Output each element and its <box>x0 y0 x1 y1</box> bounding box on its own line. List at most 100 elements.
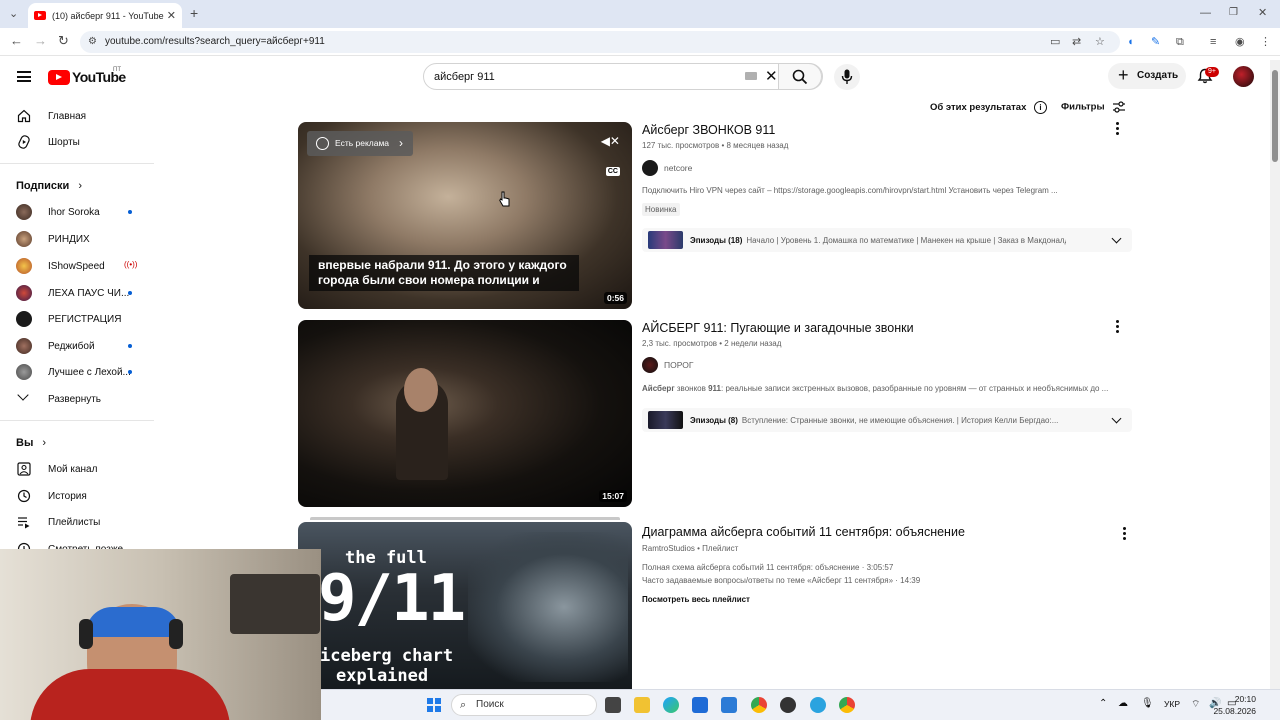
extension-translate-icon[interactable]: ✎ <box>1151 35 1160 49</box>
sidebar-sub-lekha-paus[interactable]: ЛЕХА ПАУС ЧИ... <box>0 280 150 306</box>
playlist-channel[interactable]: RamtroStudios • Плейлист <box>642 544 738 553</box>
sidebar-sub-redzhiboy[interactable]: Реджибой <box>0 333 150 359</box>
taskbar-search[interactable]: ⌕ Поиск <box>451 694 597 716</box>
sidebar-item-my-channel[interactable]: Мой канал <box>0 456 150 482</box>
outlook-icon[interactable] <box>721 697 737 713</box>
more-actions-icon[interactable] <box>1116 320 1119 333</box>
obs-icon[interactable] <box>780 697 796 713</box>
chrome-menu-icon[interactable]: ⋮ <box>1260 35 1271 49</box>
tray-chevron-icon[interactable]: ⌃ <box>1099 698 1107 709</box>
minimize-icon[interactable]: — <box>1200 6 1211 20</box>
playlist-thumbnail[interactable]: the full 9/11 iceberg chart explained <box>298 522 632 690</box>
playlist-item[interactable]: Часто задаваемые вопросы/ответы по теме … <box>642 576 920 585</box>
video-caption-text: впервые набрали 911. До этого у каждого … <box>309 255 579 291</box>
scrollbar-thumb[interactable] <box>1272 70 1278 162</box>
tab-close-icon[interactable]: ✕ <box>167 9 176 22</box>
create-button[interactable]: Создать <box>1108 62 1186 89</box>
more-actions-icon[interactable] <box>1116 122 1119 135</box>
channel-link[interactable]: ПОРОГ <box>642 357 693 373</box>
microphone-tray-icon[interactable]: 🎙 <box>1141 698 1154 709</box>
new-badge: Новинка <box>642 203 680 216</box>
store-icon[interactable] <box>692 697 708 713</box>
sidebar-sub-ihor-soroka[interactable]: Ihor Soroka <box>0 199 150 225</box>
reading-list-icon[interactable]: ≡ <box>1210 35 1216 49</box>
result-thumbnail[interactable]: Есть реклама › ◀✕ CC впервые набрали 911… <box>298 122 632 309</box>
sidebar-item-home[interactable]: Главная <box>0 103 150 129</box>
channel-name: ПОРОГ <box>664 360 694 370</box>
about-results-link[interactable]: Об этих результатах i <box>930 101 1047 114</box>
you-heading[interactable]: Вы › <box>16 437 46 449</box>
view-full-playlist-link[interactable]: Посмотреть весь плейлист <box>642 595 750 604</box>
reload-icon[interactable]: ↻ <box>58 34 69 48</box>
taskbar-clock[interactable]: 20:10 25.08.2026 <box>1213 693 1256 717</box>
install-icon[interactable]: ▭ <box>1050 35 1060 49</box>
mute-icon[interactable]: ◀✕ <box>601 134 620 148</box>
page-scrollbar[interactable] <box>1270 60 1280 690</box>
guide-menu-icon[interactable] <box>17 71 31 82</box>
windows-start-icon[interactable] <box>427 698 441 712</box>
back-icon[interactable]: ← <box>10 34 23 48</box>
search-box[interactable]: айсберг 911 ✕ <box>423 63 823 90</box>
captions-cc-icon[interactable]: CC <box>605 167 620 176</box>
sidebar-sub-registratsiya[interactable]: РЕГИСТРАЦИЯ <box>0 306 150 332</box>
clear-search-icon[interactable]: ✕ <box>765 67 778 85</box>
language-indicator[interactable]: УКР <box>1164 699 1180 709</box>
account-avatar[interactable] <box>1233 66 1254 87</box>
sidebar-item-playlists[interactable]: Плейлисты <box>0 509 150 535</box>
url-field[interactable]: ⚙ youtube.com/results?search_query=айсбе… <box>80 31 1120 53</box>
duration-badge: 15:07 <box>599 490 627 502</box>
video-description: Подключить Hiro VPN через сайт – https:/… <box>642 186 1058 195</box>
profile-icon[interactable]: ◉ <box>1235 35 1245 49</box>
sidebar-sub-rindikh[interactable]: РИНДИХ <box>0 226 150 252</box>
sidebar-sub-best-lekha[interactable]: Лучшее с Лехой... <box>0 359 150 385</box>
extensions-puzzle-icon[interactable]: ⧉ <box>1176 35 1184 49</box>
restore-icon[interactable]: ❐ <box>1229 6 1238 20</box>
bookmark-star-icon[interactable]: ☆ <box>1095 35 1105 49</box>
sidebar-expand-button[interactable]: Развернуть <box>0 386 150 412</box>
webcam-headphone <box>79 619 93 649</box>
youtube-logo[interactable]: YouTube ПТ <box>48 67 126 85</box>
tab-search-icon[interactable]: ⌄ <box>9 7 18 21</box>
video-title[interactable]: Айсберг ЗВОНКОВ 911 <box>642 123 775 137</box>
edge-icon[interactable] <box>663 697 679 713</box>
onedrive-icon[interactable]: ☁ <box>1118 698 1128 709</box>
site-info-icon[interactable]: ⚙ <box>88 35 97 49</box>
logo-country-code: ПТ <box>113 67 121 73</box>
ad-indicator-button[interactable]: Есть реклама › <box>307 131 413 156</box>
new-tab-icon[interactable]: + <box>190 6 198 20</box>
url-text: youtube.com/results?search_query=айсберг… <box>105 36 325 47</box>
window-close-icon[interactable]: ✕ <box>1258 6 1267 20</box>
extension-audio-icon[interactable]: ◖ <box>1127 35 1134 49</box>
playlist-item[interactable]: Полная схема айсберга событий 11 сентябр… <box>642 563 893 572</box>
result-thumbnail[interactable]: 15:07 <box>298 320 632 507</box>
subscriptions-title: Подписки <box>16 180 70 192</box>
subscriptions-heading[interactable]: Подписки › <box>16 180 82 192</box>
task-view-icon[interactable] <box>605 697 621 713</box>
sidebar-item-shorts[interactable]: Шорты <box>0 129 150 155</box>
search-button[interactable] <box>778 63 822 90</box>
avatar <box>16 258 32 274</box>
browser-tab[interactable]: (10) айсберг 911 - YouTube ✕ <box>28 3 182 28</box>
filters-button[interactable]: Фильтры <box>1061 101 1126 113</box>
playlist-title[interactable]: Диаграмма айсберга событий 11 сентября: … <box>642 525 965 539</box>
telegram-icon[interactable] <box>810 697 826 713</box>
video-title[interactable]: АЙСБЕРГ 911: Пугающие и загадочные звонк… <box>642 321 914 335</box>
episodes-row[interactable]: Эпизоды (18) Начало | Уровень 1. Домашка… <box>642 228 1132 252</box>
forward-icon[interactable]: → <box>34 34 47 48</box>
chrome-profile-icon[interactable] <box>839 697 855 713</box>
sidebar-item-history[interactable]: История <box>0 483 150 509</box>
keyboard-icon[interactable] <box>745 72 757 80</box>
wifi-icon[interactable]: ⌔ <box>1191 698 1200 711</box>
more-actions-icon[interactable] <box>1123 527 1126 540</box>
channel-link[interactable]: netcore <box>642 160 692 176</box>
file-explorer-icon[interactable] <box>634 697 650 713</box>
sidebar-sub-ishowspeed[interactable]: IShowSpeed ((•)) <box>0 253 150 279</box>
thumbnail-face <box>404 368 438 412</box>
episodes-row[interactable]: Эпизоды (8) Вступление: Странные звонки,… <box>642 408 1132 432</box>
translate-icon[interactable]: ⇄ <box>1072 35 1081 49</box>
voice-search-button[interactable] <box>834 64 860 90</box>
video-meta: 127 тыс. просмотров • 8 месяцев назад <box>642 141 789 150</box>
search-input[interactable]: айсберг 911 <box>434 64 495 90</box>
expand-label: Развернуть <box>48 393 102 405</box>
chrome-icon[interactable] <box>751 697 767 713</box>
